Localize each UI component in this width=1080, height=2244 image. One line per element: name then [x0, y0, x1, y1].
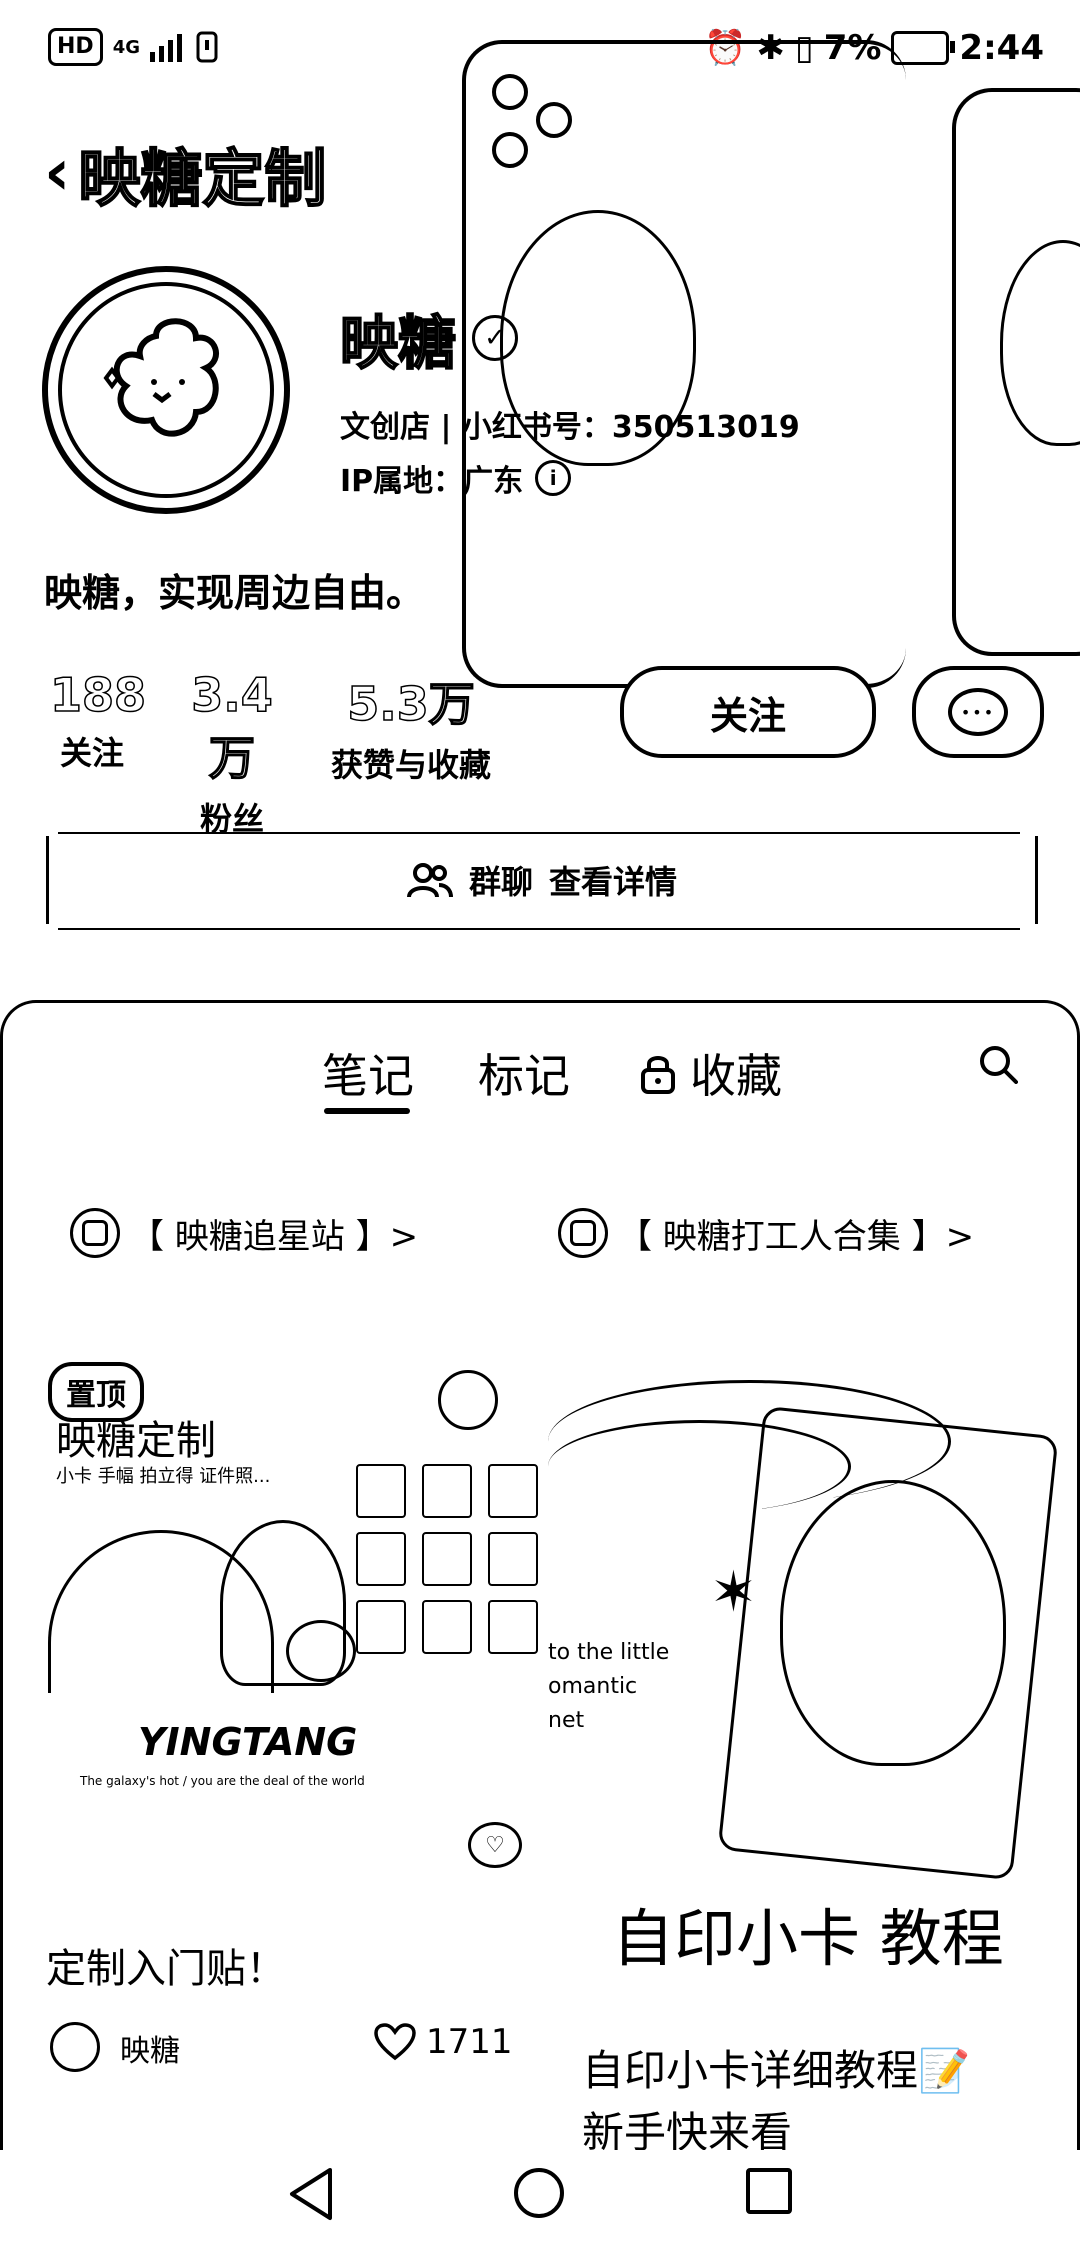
stat-likes-collections[interactable]: 5.3万 获赞与收藏 [326, 668, 496, 786]
stat-label: 获赞与收藏 [330, 746, 491, 784]
stat-value: 3.4万 [191, 667, 274, 786]
signal-icon: 4G [112, 36, 140, 58]
header-title-bar: ‹ 映糖定制 [44, 128, 327, 218]
tab-collections-label: 收藏 [690, 1049, 782, 1103]
tab-marked[interactable]: 标记 [478, 1040, 570, 1106]
signal-bars-icon [150, 34, 182, 62]
group-detail-label: 查看详情 [549, 863, 678, 901]
photo-thumb [422, 1532, 472, 1586]
tab-active-indicator [324, 1108, 410, 1114]
brand-logo-icon [438, 1370, 498, 1430]
users-icon [406, 863, 453, 898]
tab-notes[interactable]: 笔记 [322, 1040, 414, 1106]
like-count: 1711 [426, 2022, 513, 2062]
nav-home-icon[interactable] [514, 2168, 564, 2218]
stat-following[interactable]: 188 关注 [49, 667, 147, 774]
profile-name-row: 映糖 ✓ [339, 296, 519, 380]
tab-collections[interactable]: 收藏 [640, 1040, 782, 1106]
card-image-text: to the little omantic net [548, 1640, 670, 1733]
nav-back-icon[interactable] [286, 2166, 336, 2222]
author-name[interactable]: 映糖 [120, 2026, 180, 2070]
photo-thumb [488, 1464, 538, 1518]
message-icon: ••• [948, 688, 1008, 736]
status-bar-left: HD 4G [48, 28, 218, 66]
card-image-title: 映糖定制 [56, 1418, 216, 1464]
verified-check-icon: ✓ [472, 315, 519, 361]
photo-thumb [488, 1532, 538, 1586]
photo-thumb [356, 1532, 406, 1586]
stat-value: 188 [49, 667, 147, 723]
lock-icon [641, 1056, 675, 1094]
group-chat-bar[interactable]: 群聊 查看详情 [46, 836, 1038, 924]
back-chevron-icon[interactable]: ‹ [44, 136, 70, 210]
page-title: 映糖定制 [77, 141, 327, 216]
stat-label: 关注 [59, 734, 124, 772]
search-icon[interactable] [978, 1044, 1018, 1084]
card-image-small-print: The galaxy's hot / you are the deal of t… [80, 1774, 365, 1788]
profile-bio: 映糖，实现周边自由。 [44, 571, 425, 615]
ip-location-row: IP属地：广东 i [340, 456, 572, 500]
collection-link-1[interactable]: 【 映糖追星站 】> [70, 1208, 418, 1258]
profile-name: 映糖 [339, 308, 457, 378]
collection-icon [558, 1208, 608, 1258]
note-card-2-caption[interactable]: 自印小卡详细教程📝 新手快来看 [582, 2040, 970, 2164]
collection-link-2[interactable]: 【 映糖打工人合集 】> [558, 1208, 974, 1258]
portrait-illustration-2 [780, 1480, 1006, 1766]
photo-thumb [422, 1464, 472, 1518]
background-dots-decoration [492, 74, 572, 168]
author-avatar[interactable] [50, 2022, 100, 2072]
shop-info: 文创店 | 小红书号：350513019 [340, 410, 800, 445]
hd-indicator: HD [48, 28, 103, 66]
photo-thumb [356, 1464, 406, 1518]
group-chat-label: 群聊 [468, 863, 533, 901]
card-image-big-text: 自印小卡 教程 [612, 1902, 1004, 1975]
star-decoration: ✶ [710, 1560, 757, 1625]
collection-label: 【 映糖打工人合集 】> [618, 1216, 975, 1257]
message-button[interactable]: ••• [912, 666, 1044, 758]
ip-location: IP属地：广东 [340, 464, 524, 499]
stat-value: 5.3万 [347, 676, 476, 732]
info-icon[interactable]: i [535, 460, 572, 496]
divider-top [58, 832, 1020, 834]
follow-button[interactable]: 关注 [620, 666, 876, 758]
card-image-subtitle: 小卡 手幅 拍立得 证件照... [56, 1466, 271, 1487]
stat-followers[interactable]: 3.4万 粉丝 [170, 667, 294, 840]
mascot-logo-icon [103, 318, 219, 437]
collection-icon [70, 1208, 120, 1258]
like-button[interactable]: 1711 [374, 2022, 513, 2062]
heart-icon [374, 2023, 416, 2061]
card-image-brand: YINGTANG [138, 1720, 358, 1764]
note-card-1-caption[interactable]: 定制入门贴！ [46, 1936, 286, 1994]
clock: 2:44 [959, 28, 1044, 68]
nav-recents-icon[interactable] [746, 2168, 792, 2214]
photo-grid [356, 1464, 538, 1654]
photo-thumb [356, 1600, 406, 1654]
photo-thumb [488, 1600, 538, 1654]
bunny-illustration [286, 1620, 356, 1682]
heart-bubble-icon: ♡ [468, 1822, 522, 1868]
divider-bottom [58, 928, 1020, 930]
caption-line-1: 自印小卡详细教程📝 [582, 2046, 971, 2095]
photo-thumb [422, 1600, 472, 1654]
sim-icon [196, 31, 218, 63]
avatar[interactable] [42, 266, 290, 514]
collection-label: 【 映糖追星站 】> [130, 1216, 419, 1257]
